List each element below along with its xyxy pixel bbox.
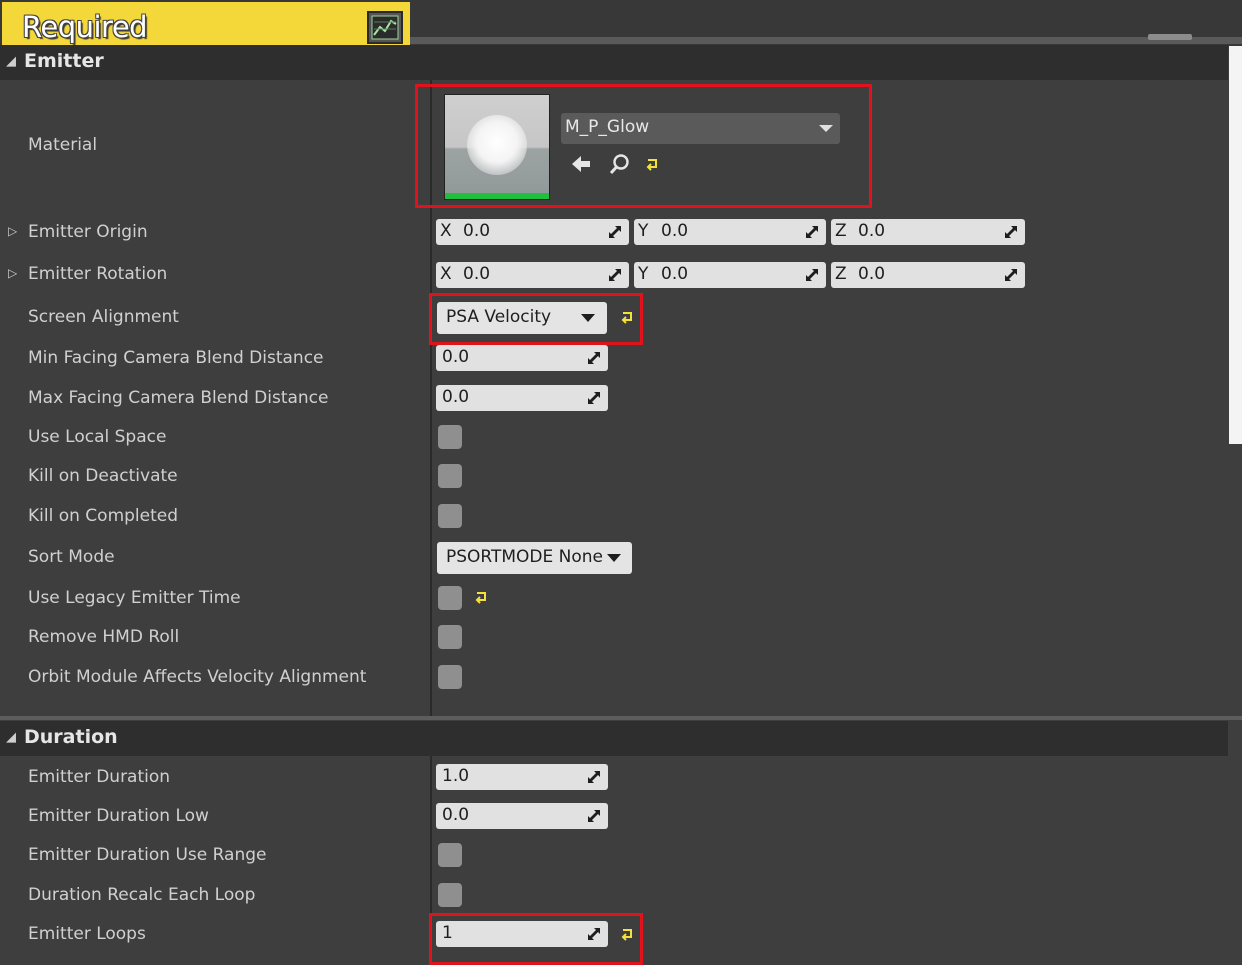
axis-label: Z <box>835 264 847 284</box>
emitter-section-header[interactable]: ◢ Emitter <box>0 45 1228 80</box>
axis-label: X <box>440 264 452 284</box>
legacy-emitter-time-checkbox[interactable] <box>438 586 462 610</box>
emitter-duration-low-label: Emitter Duration Low <box>28 806 209 826</box>
axis-label: Y <box>638 264 649 284</box>
duration-use-range-checkbox[interactable] <box>438 843 462 867</box>
drag-arrows-icon <box>609 226 621 238</box>
emitter-duration-field[interactable]: 1.0 <box>436 764 608 790</box>
drag-arrows-icon <box>588 392 600 404</box>
origin-z-field[interactable]: Z 0.0 <box>831 219 1025 245</box>
kill-on-deactivate-label: Kill on Deactivate <box>28 466 178 486</box>
remove-hmd-roll-label: Remove HMD Roll <box>28 627 180 647</box>
emitter-duration-label: Emitter Duration <box>28 767 171 787</box>
section-title: Emitter <box>24 50 104 72</box>
drag-arrows-icon <box>806 269 818 281</box>
material-label: Material <box>28 135 98 155</box>
sort-mode-value: PSORTMODE None <box>446 547 604 567</box>
emitter-origin-label: Emitter Origin <box>28 222 148 242</box>
kill-on-completed-label: Kill on Completed <box>28 506 179 526</box>
drag-arrows-icon <box>1005 226 1017 238</box>
duration-use-range-label: Emitter Duration Use Range <box>28 845 267 865</box>
max-facing-value: 0.0 <box>442 387 470 407</box>
sort-mode-combo[interactable]: PSORTMODE None <box>437 542 632 574</box>
origin-y-field[interactable]: Y 0.0 <box>634 219 826 245</box>
emitter-loops-highlight-box <box>429 913 643 965</box>
rotation-y-value: 0.0 <box>661 264 689 284</box>
min-facing-value: 0.0 <box>442 347 470 367</box>
curve-editor-button[interactable] <box>367 11 403 44</box>
origin-y-value: 0.0 <box>661 221 689 241</box>
section-title: Duration <box>24 726 118 748</box>
max-facing-field[interactable]: 0.0 <box>436 385 608 411</box>
vertical-scrollbar[interactable] <box>1229 46 1242 444</box>
rotation-z-value: 0.0 <box>858 264 886 284</box>
material-highlight-box <box>415 84 872 208</box>
header-divider <box>410 37 1242 44</box>
chevron-down-icon <box>607 554 621 562</box>
sort-mode-label: Sort Mode <box>28 547 115 567</box>
max-facing-label: Max Facing Camera Blend Distance <box>28 388 329 408</box>
origin-z-value: 0.0 <box>858 221 886 241</box>
drag-arrows-icon <box>588 810 600 822</box>
collapse-triangle-icon: ◢ <box>6 54 16 69</box>
emitter-duration-low-value: 0.0 <box>442 805 470 825</box>
section-separator <box>0 716 1242 720</box>
emitter-loops-label: Emitter Loops <box>28 924 146 944</box>
drag-arrows-icon <box>806 226 818 238</box>
duration-recalc-label: Duration Recalc Each Loop <box>28 885 256 905</box>
expand-triangle-icon[interactable]: ▷ <box>8 224 17 238</box>
remove-hmd-roll-checkbox[interactable] <box>438 625 462 649</box>
reset-to-default-icon[interactable] <box>475 590 489 604</box>
expand-triangle-icon[interactable]: ▷ <box>8 266 17 280</box>
rotation-y-field[interactable]: Y 0.0 <box>634 262 826 288</box>
emitter-rotation-label: Emitter Rotation <box>28 264 168 284</box>
orbit-module-checkbox[interactable] <box>438 665 462 689</box>
legacy-emitter-time-label: Use Legacy Emitter Time <box>28 588 241 608</box>
duration-section-header[interactable]: ◢ Duration <box>0 721 1228 756</box>
axis-label: Y <box>638 221 649 241</box>
rotation-x-field[interactable]: X 0.0 <box>436 262 629 288</box>
axis-label: X <box>440 221 452 241</box>
module-title: Required <box>22 10 148 44</box>
origin-x-field[interactable]: X 0.0 <box>436 219 629 245</box>
emitter-duration-low-field[interactable]: 0.0 <box>436 803 608 829</box>
required-module-tab[interactable]: Required <box>2 2 410 48</box>
drag-arrows-icon <box>609 269 621 281</box>
collapse-triangle-icon: ◢ <box>6 730 16 745</box>
axis-label: Z <box>835 221 847 241</box>
min-facing-field[interactable]: 0.0 <box>436 345 608 371</box>
min-facing-label: Min Facing Camera Blend Distance <box>28 348 324 368</box>
screen-alignment-label: Screen Alignment <box>28 307 179 327</box>
drag-arrows-icon <box>588 771 600 783</box>
use-local-space-checkbox[interactable] <box>438 425 462 449</box>
resize-handle[interactable] <box>1148 34 1192 40</box>
duration-recalc-checkbox[interactable] <box>438 883 462 907</box>
kill-on-deactivate-checkbox[interactable] <box>438 464 462 488</box>
drag-arrows-icon <box>1005 269 1017 281</box>
drag-arrows-icon <box>588 352 600 364</box>
curve-editor-icon <box>371 15 399 40</box>
origin-x-value: 0.0 <box>463 221 491 241</box>
rotation-z-field[interactable]: Z 0.0 <box>831 262 1025 288</box>
emitter-duration-value: 1.0 <box>442 766 470 786</box>
orbit-module-label: Orbit Module Affects Velocity Alignment <box>28 667 367 687</box>
use-local-space-label: Use Local Space <box>28 427 167 447</box>
kill-on-completed-checkbox[interactable] <box>438 504 462 528</box>
screen-alignment-highlight-box <box>429 293 643 345</box>
rotation-x-value: 0.0 <box>463 264 491 284</box>
